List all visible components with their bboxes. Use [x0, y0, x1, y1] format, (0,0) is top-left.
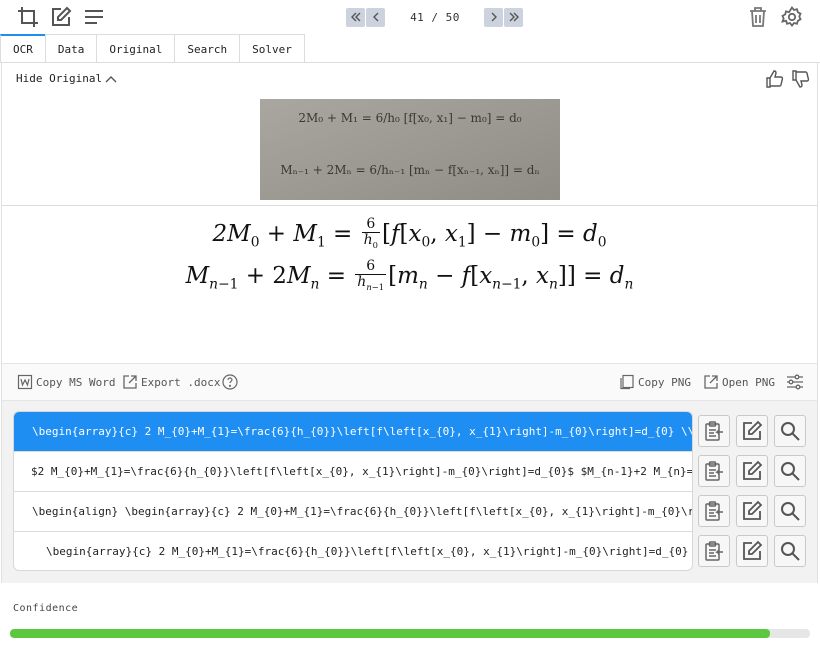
original-image-line-1: 2M₀ + M₁ = 6/h₀ [f[x₀, x₁] − m₀] = d₀: [298, 111, 522, 125]
tab-data[interactable]: Data: [44, 34, 98, 63]
rendered-formula: 2M0 + M1 = 6 h0 [f[x0, x1] − m0] = d0 Mn−1…: [2, 213, 817, 297]
result-row[interactable]: \begin{array}{c} 2 M_{0}+M_{1}=\frac{6}{…: [14, 412, 692, 452]
original-image-line-2: Mₙ₋₁ + 2Mₙ = 6/hₙ₋₁ [mₙ − f[xₙ₋₁, xₙ]] =…: [280, 163, 540, 177]
original-divider: [2, 205, 817, 206]
export-docx-button[interactable]: Export .docx: [122, 374, 220, 390]
edit-icon[interactable]: [736, 415, 768, 447]
thumbs-down-icon[interactable]: [791, 69, 811, 89]
confidence-bar: [10, 629, 810, 638]
result-row[interactable]: \begin{array}{c} 2 M_{0}+M_{1}=\frac{6}{…: [14, 532, 692, 570]
action-bar: Copy MS Word Export .docx Copy PNG Open …: [2, 363, 817, 401]
export-icon: [123, 375, 137, 389]
chevron-up-icon: [105, 75, 117, 82]
ocr-panel: Hide Original 2M₀ + M₁ = 6/h₀ [f[x₀, x₁]…: [1, 63, 818, 583]
clipboard-icon[interactable]: [698, 455, 730, 487]
formula-line-1: 2M0 + M1 = 6 h0 [f[x0, x1] − m0] = d0: [212, 216, 607, 251]
hide-original-toggle[interactable]: Hide Original: [16, 72, 118, 85]
search-icon[interactable]: [774, 535, 806, 567]
result-actions-2: [698, 455, 808, 487]
open-png-button[interactable]: Open PNG: [703, 374, 775, 390]
tab-ocr[interactable]: OCR: [0, 34, 46, 63]
result-row[interactable]: $2 M_{0}+M_{1}=\frac{6}{h_{0}}\left[f\le…: [14, 452, 692, 492]
results-area: \begin{array}{c} 2 M_{0}+M_{1}=\frac{6}{…: [2, 401, 817, 583]
prev-page-button[interactable]: [366, 7, 385, 27]
clipboard-icon[interactable]: [698, 535, 730, 567]
search-icon[interactable]: [774, 415, 806, 447]
search-icon[interactable]: [774, 495, 806, 527]
page-indicator: 41 / 50: [410, 10, 460, 24]
clipboard-icon[interactable]: [698, 495, 730, 527]
result-actions-3: [698, 495, 808, 527]
result-row[interactable]: \begin{align} \begin{array}{c} 2 M_{0}+M…: [14, 492, 692, 532]
next-page-button[interactable]: [484, 7, 503, 27]
sliders-settings-icon[interactable]: [786, 374, 807, 390]
hide-original-label: Hide Original: [16, 72, 103, 85]
result-actions-1: [698, 415, 808, 447]
result-actions-4: [698, 535, 808, 567]
feedback-buttons: [765, 69, 811, 89]
tab-solver[interactable]: Solver: [239, 34, 305, 63]
settings-gear-icon[interactable]: [780, 5, 804, 29]
clipboard-icon[interactable]: [698, 415, 730, 447]
edit-icon[interactable]: [736, 455, 768, 487]
confidence-bar-fill: [10, 629, 770, 638]
top-toolbar: 41 / 50: [0, 0, 820, 34]
edit-icon[interactable]: [49, 5, 73, 29]
original-image: 2M₀ + M₁ = 6/h₀ [f[x₀, x₁] − m₀] = d₀ Mₙ…: [260, 99, 560, 200]
search-icon[interactable]: [774, 455, 806, 487]
copy-png-button[interactable]: Copy PNG: [619, 374, 691, 390]
pager: 41 / 50: [346, 7, 524, 27]
screenshot-crop-icon[interactable]: [16, 5, 40, 29]
results-list: \begin{array}{c} 2 M_{0}+M_{1}=\frac{6}{…: [13, 411, 693, 571]
first-page-button[interactable]: [346, 7, 365, 27]
tab-original[interactable]: Original: [96, 34, 176, 63]
copy-icon: [620, 374, 634, 390]
menu-lines-icon[interactable]: [82, 5, 106, 29]
word-doc-icon: [17, 374, 33, 390]
help-icon[interactable]: [222, 374, 241, 390]
edit-icon[interactable]: [736, 535, 768, 567]
tab-bar: OCR Data Original Search Solver: [0, 34, 305, 63]
tab-search[interactable]: Search: [174, 34, 241, 63]
open-external-icon: [704, 375, 718, 389]
confidence-label: Confidence: [13, 603, 79, 614]
copy-ms-word-button[interactable]: Copy MS Word: [17, 374, 115, 390]
thumbs-up-icon[interactable]: [765, 69, 785, 89]
trash-icon[interactable]: [746, 5, 770, 29]
formula-line-2: Mn−1 + 2Mn = 6 hn−1 [mn − f[xn−1, xn]] = d…: [185, 258, 634, 293]
edit-icon[interactable]: [736, 495, 768, 527]
last-page-button[interactable]: [504, 7, 523, 27]
